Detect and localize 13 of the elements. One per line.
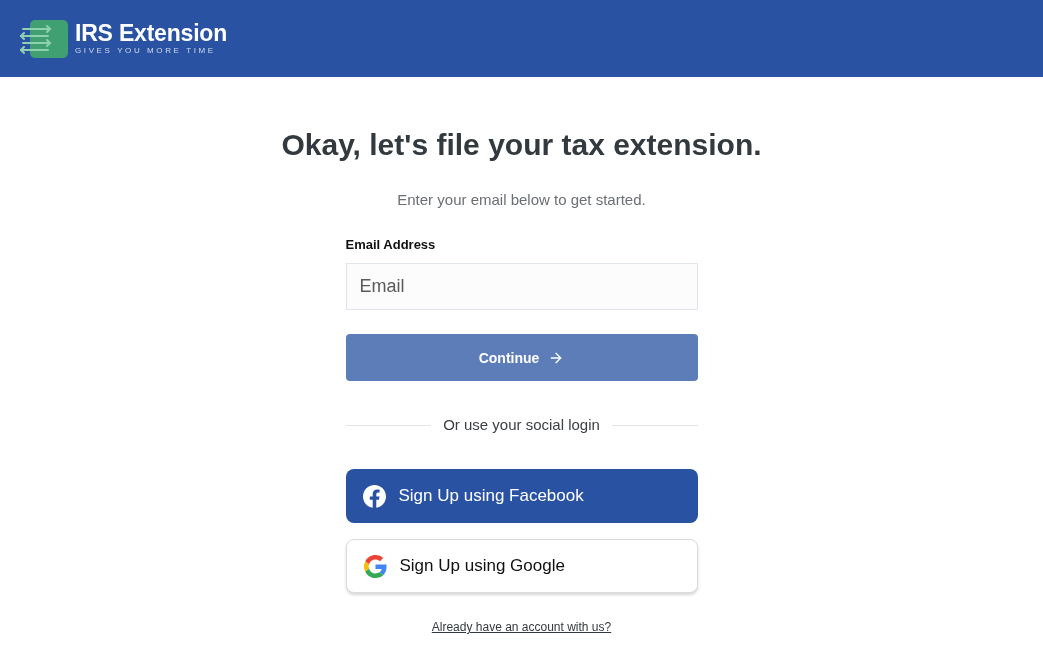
page-subheading: Enter your email below to get started. [397, 190, 646, 210]
google-icon [363, 554, 387, 578]
brand-tagline: GIVES YOU MORE TIME [75, 46, 216, 56]
email-label: Email Address [345, 236, 436, 254]
brand-name: IRS Extension [75, 21, 228, 46]
sign-in-link[interactable]: Already have an account with us? [431, 619, 612, 635]
divider-text: Or use your social login [443, 415, 600, 435]
email-input-field[interactable]: Email [345, 263, 698, 310]
page-heading: Okay, let's file your tax extension. [281, 127, 762, 163]
facebook-icon [362, 484, 386, 508]
social-login-button[interactable]: Sign Up using Facebook [345, 469, 698, 523]
logo-icon [20, 19, 68, 58]
social-login-button[interactable]: Sign Up using Google [345, 539, 698, 593]
